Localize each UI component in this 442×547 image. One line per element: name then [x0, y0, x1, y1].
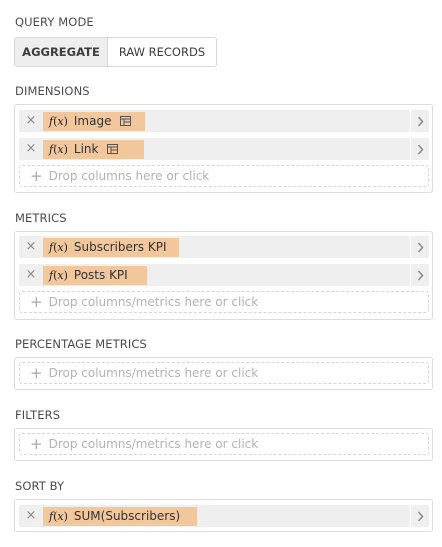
plus-icon: +	[30, 166, 43, 185]
metrics-drop-zone[interactable]: + Drop columns/metrics here or click	[19, 291, 429, 313]
dimensions-drop-zone[interactable]: + Drop columns here or click	[19, 165, 429, 187]
plus-icon: +	[30, 292, 43, 311]
expand-dimension-button[interactable]	[410, 138, 429, 160]
drop-placeholder: Drop columns/metrics here or click	[48, 366, 259, 380]
remove-sort-button[interactable]: ×	[19, 505, 43, 527]
sort-label: f(x) SUM(Subscribers)	[43, 506, 197, 526]
percentage-metrics-drop-zone[interactable]: + Drop columns/metrics here or click	[19, 362, 429, 384]
filters-box: + Drop columns/metrics here or click	[14, 428, 433, 461]
percentage-metrics-label: PERCENTAGE METRICS	[15, 337, 147, 351]
plus-icon: +	[30, 434, 43, 453]
sort-name: SUM(Subscribers)	[73, 509, 181, 523]
drop-placeholder: Drop columns/metrics here or click	[48, 295, 259, 309]
chevron-right-icon	[417, 116, 424, 126]
expand-dimension-button[interactable]	[410, 110, 429, 132]
remove-dimension-button[interactable]: ×	[19, 110, 43, 132]
sort-by-box: × f(x) SUM(Subscribers)	[14, 499, 433, 532]
chevron-right-icon	[417, 511, 424, 521]
expand-metric-button[interactable]	[410, 264, 429, 286]
filters-label: FILTERS	[15, 408, 61, 422]
metric-item-posts-kpi[interactable]: × f(x) Posts KPI	[19, 264, 429, 286]
query-mode-label: QUERY MODE	[15, 15, 94, 29]
metric-name: Posts KPI	[73, 268, 128, 282]
expand-sort-button[interactable]	[410, 505, 429, 527]
expand-metric-button[interactable]	[410, 236, 429, 258]
chevron-right-icon	[417, 242, 424, 252]
dimension-item-image[interactable]: × f(x) Image	[19, 110, 429, 132]
sort-by-label: SORT BY	[15, 479, 65, 493]
table-icon	[120, 116, 132, 126]
dimensions-label: DIMENSIONS	[15, 84, 90, 98]
metric-label: f(x) Subscribers KPI	[43, 237, 179, 257]
metric-name: Subscribers KPI	[73, 240, 167, 254]
metrics-box: × f(x) Subscribers KPI × f(x) Posts KPI …	[14, 231, 433, 320]
function-icon: f(x)	[49, 509, 68, 523]
query-mode-toggle: AGGREGATE RAW RECORDS	[14, 37, 217, 67]
metric-item-subscribers-kpi[interactable]: × f(x) Subscribers KPI	[19, 236, 429, 258]
percentage-metrics-box: + Drop columns/metrics here or click	[14, 357, 433, 390]
chevron-right-icon	[417, 270, 424, 280]
dimensions-box: × f(x) Image × f(x) Link + Drop columns …	[14, 104, 433, 193]
sort-item[interactable]: × f(x) SUM(Subscribers)	[19, 505, 429, 527]
metrics-label: METRICS	[15, 211, 67, 225]
filters-drop-zone[interactable]: + Drop columns/metrics here or click	[19, 433, 429, 455]
drop-placeholder: Drop columns/metrics here or click	[48, 437, 259, 451]
function-icon: f(x)	[49, 268, 68, 282]
dimension-label: f(x) Image	[43, 111, 145, 131]
drop-placeholder: Drop columns here or click	[48, 169, 210, 183]
function-icon: f(x)	[49, 142, 68, 156]
function-icon: f(x)	[49, 114, 68, 128]
dimension-name: Image	[73, 114, 112, 128]
remove-metric-button[interactable]: ×	[19, 264, 43, 286]
aggregate-mode-button[interactable]: AGGREGATE	[15, 38, 108, 66]
function-icon: f(x)	[49, 240, 68, 254]
metric-label: f(x) Posts KPI	[43, 265, 147, 285]
remove-metric-button[interactable]: ×	[19, 236, 43, 258]
table-icon	[107, 144, 119, 154]
dimension-name: Link	[73, 142, 99, 156]
raw-records-mode-button[interactable]: RAW RECORDS	[108, 38, 216, 66]
chevron-right-icon	[417, 144, 424, 154]
plus-icon: +	[30, 363, 43, 382]
dimension-label: f(x) Link	[43, 139, 144, 159]
remove-dimension-button[interactable]: ×	[19, 138, 43, 160]
dimension-item-link[interactable]: × f(x) Link	[19, 138, 429, 160]
